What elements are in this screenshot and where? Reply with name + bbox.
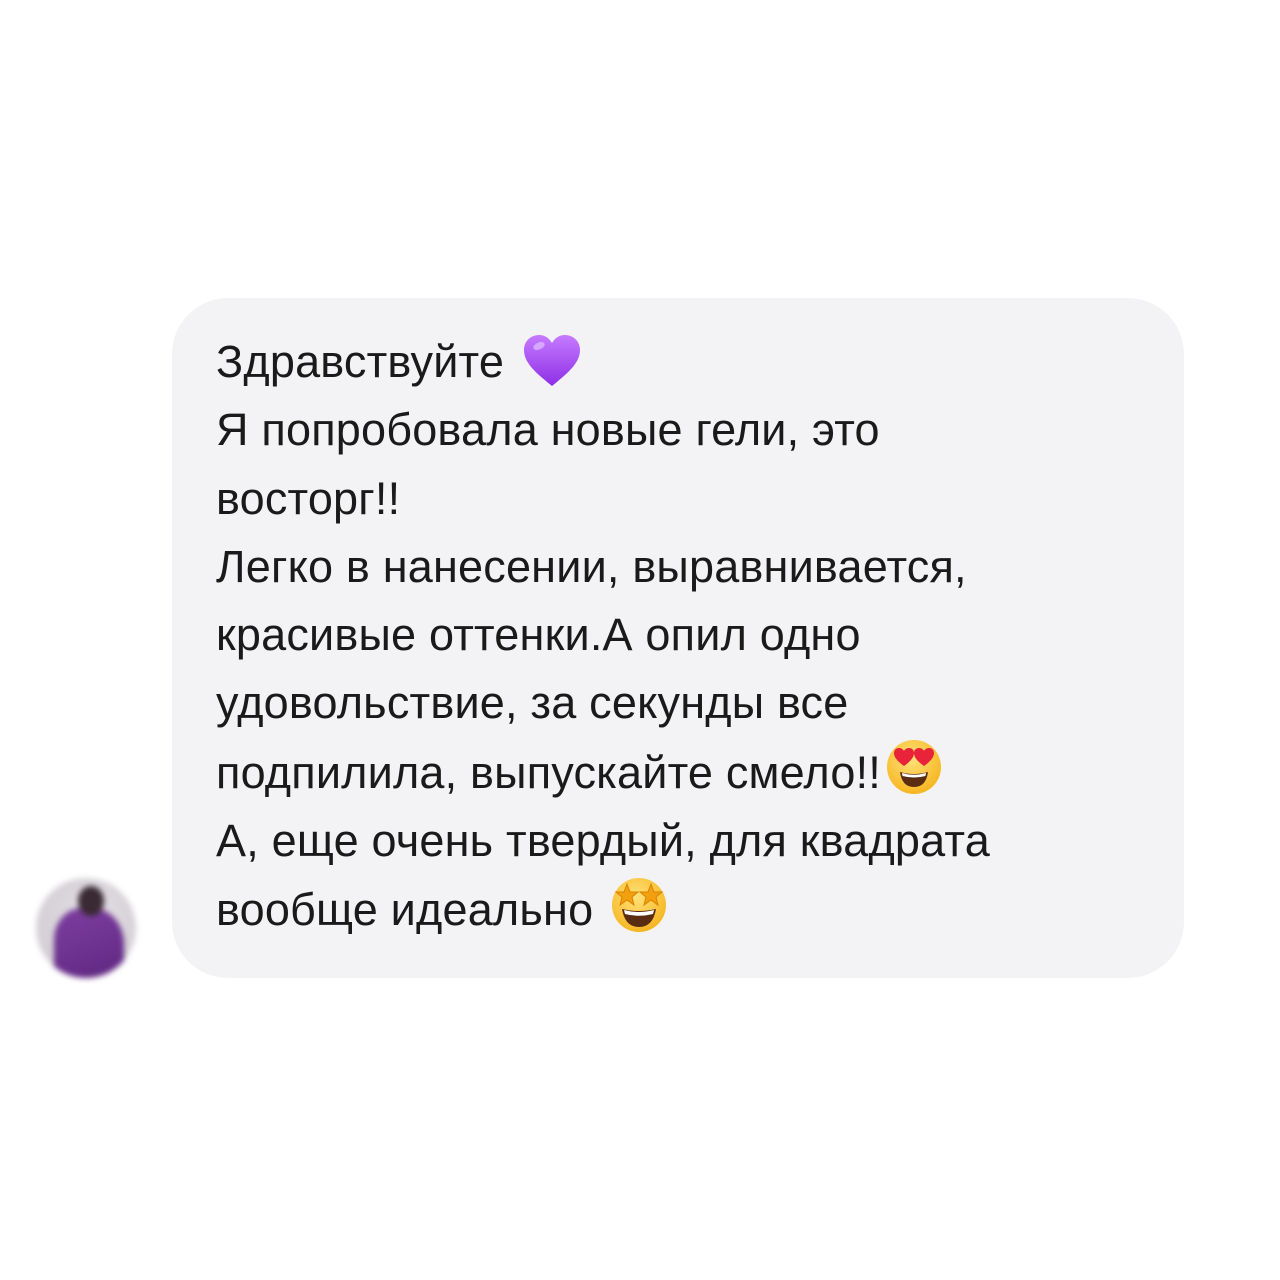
message-line-text: подпилила, выпускайте смело!! [216, 746, 882, 798]
message-line-text: удовольствие, за секунды все [216, 677, 849, 729]
message-line: Я попробовала новые гели, это [216, 396, 1144, 464]
message-line: Здравствуйте [216, 328, 1144, 396]
message-line: вообще идеально [216, 875, 1144, 944]
message-line: удовольствие, за секунды все [216, 669, 1144, 737]
message-line: восторг!! [216, 465, 1144, 533]
message-text: Здравствуйте Я попробовала новые гели, э… [216, 328, 1144, 945]
sender-avatar[interactable] [36, 878, 136, 978]
heart-eyes-face-icon [885, 738, 943, 796]
message-line-text: Здравствуйте [216, 336, 505, 387]
avatar-figure-head [78, 886, 104, 916]
message-line-text: восторг!! [216, 472, 401, 524]
chat-screen: Здравствуйте Я попробовала новые гели, э… [0, 0, 1280, 1280]
purple-heart-icon [522, 333, 582, 389]
message-line: красивые оттенки.А опил одно [216, 601, 1144, 669]
message-line-text: А, еще очень твердый, для квадрата [216, 815, 990, 867]
message-line: Легко в нанесении, выравнивается, [216, 533, 1144, 601]
message-line-text: Легко в нанесении, выравнивается, [216, 540, 967, 592]
message-line-text: вообще идеально [216, 884, 594, 936]
message-line: А, еще очень твердый, для квадрата [216, 807, 1144, 875]
message-line-text: красивые оттенки.А опил одно [216, 609, 861, 661]
message-bubble[interactable]: Здравствуйте Я попробовала новые гели, э… [172, 298, 1184, 978]
message-line: подпилила, выпускайте смело!! [216, 738, 1144, 807]
avatar-figure-body [54, 908, 124, 978]
star-struck-face-icon [609, 875, 669, 933]
message-line-text: Я попробовала новые гели, это [216, 404, 880, 456]
